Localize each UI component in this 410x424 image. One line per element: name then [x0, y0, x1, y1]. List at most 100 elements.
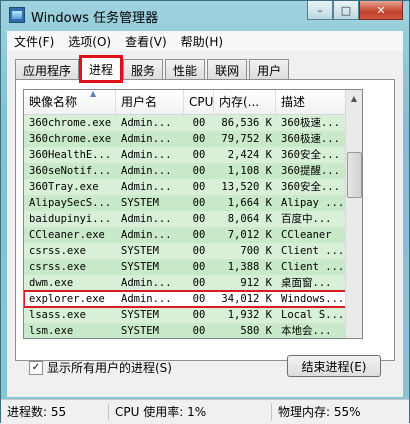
- column-memory[interactable]: 内存(...: [214, 90, 276, 114]
- column-cpu[interactable]: CPU: [184, 90, 214, 114]
- table-row[interactable]: 360chrome.exe Admin... 00 86,536 K 360极速...: [24, 115, 362, 131]
- cell-cpu: 00: [192, 181, 206, 193]
- menu-options[interactable]: 选项(O): [61, 33, 118, 50]
- table-row-highlighted[interactable]: explorer.exe Admin... 00 34,012 K Windows...: [24, 290, 362, 308]
- cell-user: SYSTEM: [121, 325, 159, 337]
- cell-cpu: 00: [192, 277, 206, 289]
- tab-services[interactable]: 服务: [123, 59, 164, 80]
- table-row[interactable]: csrss.exe SYSTEM 00 700 K Client ...: [24, 243, 362, 259]
- table-row[interactable]: lsm.exe SYSTEM 00 580 K 本地会...: [24, 323, 362, 338]
- close-button[interactable]: ✕: [359, 1, 403, 20]
- cell-desc: 桌面窗...: [281, 277, 332, 289]
- table-row[interactable]: csrss.exe SYSTEM 00 1,388 K Client ...: [24, 259, 362, 275]
- cell-name: CCleaner.exe: [29, 229, 105, 241]
- cell-mem: 34,012 K: [221, 293, 272, 305]
- tab-users[interactable]: 用户: [249, 59, 290, 80]
- show-all-users-label: 显示所有用户的进程(S): [47, 361, 172, 375]
- tab-networking[interactable]: 联网: [207, 59, 248, 80]
- cell-mem: 912 K: [240, 277, 272, 289]
- cell-desc: Client ...: [281, 245, 345, 257]
- cell-mem: 1,664 K: [227, 197, 272, 209]
- status-cpu-usage: CPU 使用率: 1%: [109, 403, 272, 421]
- maximize-icon: □: [340, 3, 352, 17]
- cell-name: baidupinyi...: [29, 213, 112, 225]
- cell-mem: 700 K: [240, 245, 272, 257]
- menu-file[interactable]: 文件(F): [7, 33, 61, 50]
- cell-mem: 7,012 K: [227, 229, 272, 241]
- cell-desc: 360提醒...: [281, 165, 340, 177]
- cell-cpu: 00: [192, 229, 206, 241]
- end-process-button[interactable]: 结束进程(E): [287, 355, 381, 377]
- cell-user: Admin...: [121, 213, 172, 225]
- minimize-button[interactable]: –: [307, 1, 333, 20]
- cell-cpu: 00: [192, 165, 206, 177]
- table-row[interactable]: CCleaner.exe Admin... 00 7,012 K CCleaner: [24, 227, 362, 243]
- show-all-users-checkbox[interactable]: ✓: [29, 360, 43, 375]
- caption-buttons: – □ ✕: [307, 1, 403, 21]
- cell-name: 360chrome.exe: [29, 117, 112, 129]
- show-all-users-option[interactable]: ✓ 显示所有用户的进程(S): [29, 359, 172, 376]
- cell-user: Admin...: [121, 149, 172, 161]
- cell-name: csrss.exe: [29, 261, 86, 273]
- table-row[interactable]: 360HealthE... Admin... 00 2,424 K 360安全...: [24, 147, 362, 163]
- column-description[interactable]: 描述: [276, 90, 346, 114]
- tab-processes[interactable]: 进程: [79, 55, 124, 83]
- cell-cpu: 00: [192, 325, 206, 337]
- table-row[interactable]: dwm.exe Admin... 00 912 K 桌面窗...: [24, 275, 362, 291]
- cell-desc: CCleaner: [281, 229, 332, 241]
- table-row[interactable]: baidupinyi... Admin... 00 8,064 K 百度中...: [24, 211, 362, 227]
- scrollbar-thumb[interactable]: [347, 152, 362, 198]
- column-image-name[interactable]: 映像名称 ▲: [24, 90, 116, 114]
- cell-user: SYSTEM: [121, 197, 159, 209]
- menu-help[interactable]: 帮助(H): [174, 33, 230, 50]
- tab-performance[interactable]: 性能: [165, 59, 206, 80]
- table-row[interactable]: 360chrome.exe Admin... 00 79,752 K 360极速...: [24, 131, 362, 147]
- table-row[interactable]: AlipaySecS... SYSTEM 00 1,664 K Alipay ...: [24, 195, 362, 211]
- cell-name: 360Tray.exe: [29, 181, 99, 193]
- cell-cpu: 00: [192, 133, 206, 145]
- cell-desc: 360安全...: [281, 149, 340, 161]
- list-header: 映像名称 ▲ 用户名 CPU 内存(... 描述: [24, 90, 362, 115]
- table-row[interactable]: 360Tray.exe Admin... 00 13,520 K 360安全...: [24, 179, 362, 195]
- menu-view[interactable]: 查看(V): [118, 33, 174, 50]
- cell-desc: 本地会...: [281, 325, 332, 337]
- cell-desc: Client ...: [281, 261, 345, 273]
- vertical-scrollbar[interactable]: ▲: [345, 90, 362, 338]
- cell-mem: 8,064 K: [227, 213, 272, 225]
- cell-mem: 13,520 K: [221, 181, 272, 193]
- scroll-up-icon[interactable]: ▲: [346, 90, 362, 106]
- cell-mem: 86,536 K: [221, 117, 272, 129]
- maximize-button[interactable]: □: [333, 1, 359, 20]
- cell-name: 360HealthE...: [29, 149, 112, 161]
- cell-desc: 360极速...: [281, 117, 340, 129]
- cell-desc: Local S...: [281, 309, 345, 321]
- cell-name: dwm.exe: [29, 277, 74, 289]
- client-area: 应用程序 进程 服务 性能 联网 用户 映像名称 ▲ 用户名 CPU 内存(..…: [7, 51, 403, 397]
- cell-user: Admin...: [121, 165, 172, 177]
- cell-user: SYSTEM: [121, 309, 159, 321]
- minimize-icon: –: [317, 3, 323, 17]
- cell-cpu: 00: [192, 261, 206, 273]
- title-bar[interactable]: Windows 任务管理器 – □ ✕: [1, 1, 409, 29]
- cell-user: Admin...: [121, 117, 172, 129]
- cell-name: 360chrome.exe: [29, 133, 112, 145]
- cell-mem: 79,752 K: [221, 133, 272, 145]
- table-row[interactable]: lsass.exe SYSTEM 00 1,932 K Local S...: [24, 307, 362, 323]
- cell-name: lsass.exe: [29, 309, 86, 321]
- column-user-name[interactable]: 用户名: [116, 90, 184, 114]
- cell-name: explorer.exe: [29, 293, 105, 305]
- cell-cpu: 00: [192, 309, 206, 321]
- cell-user: Admin...: [121, 277, 172, 289]
- table-row[interactable]: 360seNotif... Admin... 00 1,108 K 360提醒...: [24, 163, 362, 179]
- cell-name: csrss.exe: [29, 245, 86, 257]
- cell-desc: 360安全...: [281, 181, 340, 193]
- cell-desc: Windows...: [281, 293, 345, 305]
- tab-applications[interactable]: 应用程序: [15, 59, 80, 80]
- status-process-count: 进程数: 55: [1, 403, 109, 421]
- cell-mem: 1,108 K: [227, 165, 272, 177]
- cell-name: lsm.exe: [29, 325, 74, 337]
- cell-user: Admin...: [121, 133, 172, 145]
- cell-user: SYSTEM: [121, 261, 159, 273]
- process-list: 映像名称 ▲ 用户名 CPU 内存(... 描述 360chrome.exe Ad…: [23, 89, 363, 339]
- process-rows: 360chrome.exe Admin... 00 86,536 K 360极速... 3…: [24, 115, 362, 338]
